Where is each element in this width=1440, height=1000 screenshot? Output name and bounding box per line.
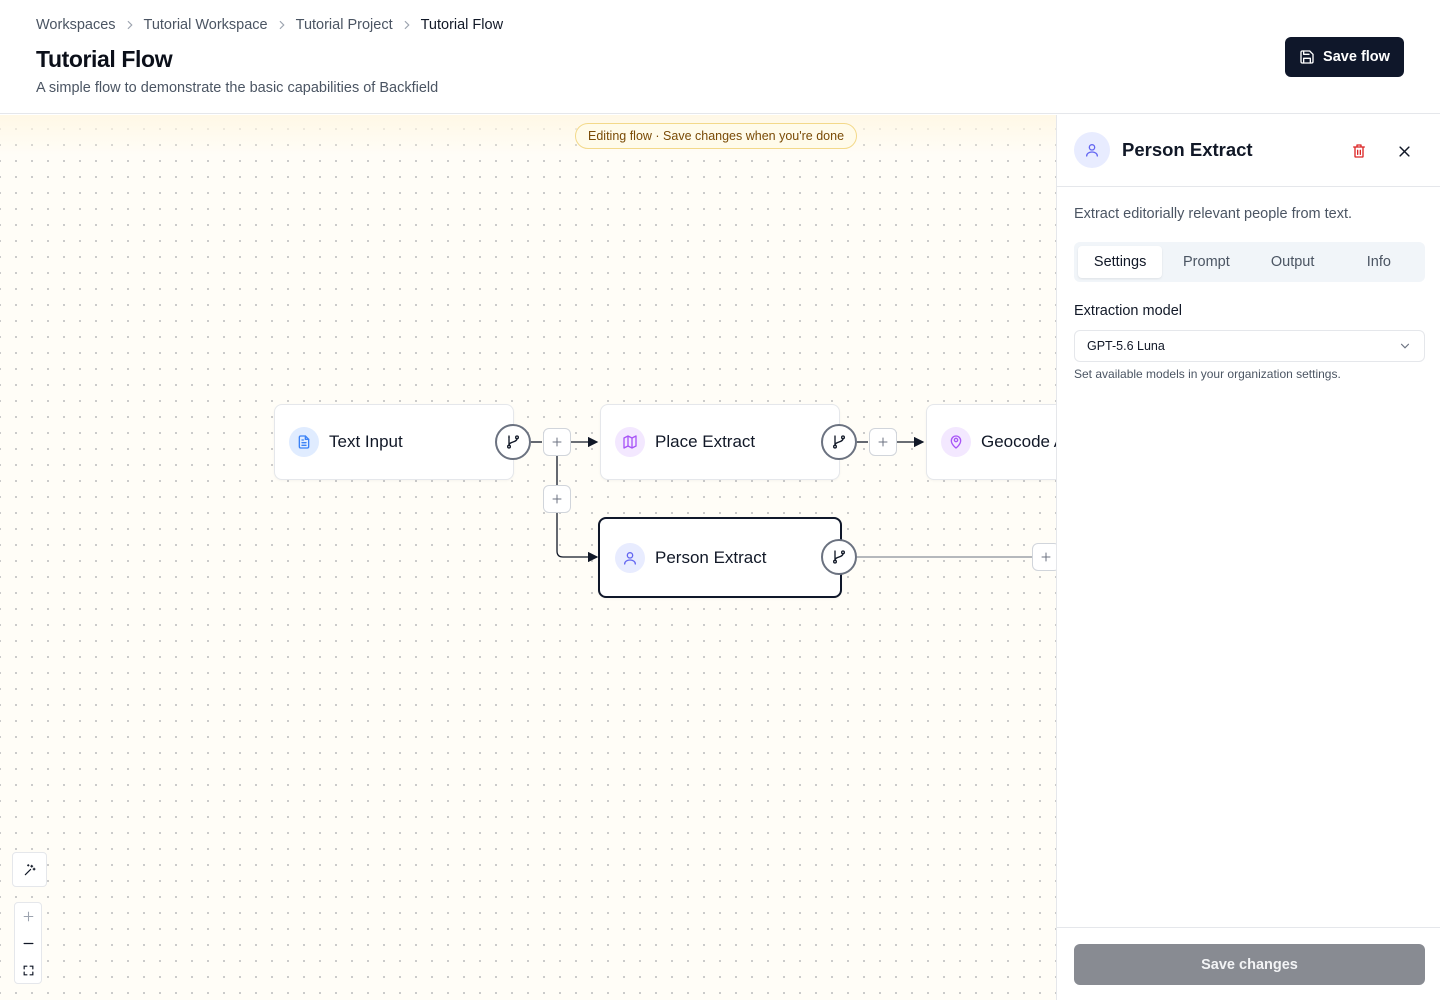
- model-hint: Set available models in your organizatio…: [1074, 367, 1341, 381]
- branch-handle-icon[interactable]: [495, 424, 531, 460]
- node-label: Person Extract: [655, 547, 767, 567]
- zoom-out-button[interactable]: [15, 930, 41, 957]
- branch-handle-icon[interactable]: [821, 424, 857, 460]
- save-flow-label: Save flow: [1323, 49, 1390, 65]
- node-description: Extract editorially relevant people from…: [1074, 206, 1353, 222]
- node-person-extract[interactable]: Person Extract: [598, 517, 842, 598]
- save-icon: [1299, 49, 1315, 65]
- sparkles-icon: [23, 863, 37, 877]
- add-node-button[interactable]: [869, 428, 897, 456]
- user-icon: [615, 542, 645, 573]
- document-icon: [289, 427, 319, 457]
- save-changes-button[interactable]: Save changes: [1074, 944, 1425, 985]
- map-pin-user-icon: [941, 427, 971, 457]
- branch-handle-icon[interactable]: [821, 539, 857, 575]
- panel-footer: Save changes: [1057, 927, 1440, 1000]
- panel-header: Person Extract: [1057, 115, 1440, 187]
- fit-view-button[interactable]: [15, 957, 41, 984]
- plus-icon: [22, 910, 35, 923]
- breadcrumb-current: Tutorial Flow: [420, 17, 504, 33]
- close-icon: [1397, 144, 1412, 159]
- chevron-down-icon: [1398, 339, 1412, 353]
- tab-settings[interactable]: Settings: [1078, 246, 1163, 278]
- node-place-extract[interactable]: Place Extract: [600, 404, 840, 480]
- node-text-input[interactable]: Text Input: [274, 404, 514, 480]
- page-header: Workspaces Tutorial Workspace Tutorial P…: [0, 0, 1440, 114]
- node-geocode[interactable]: Geocode A: [926, 404, 1056, 480]
- panel-title: Person Extract: [1122, 139, 1253, 160]
- add-branch-button[interactable]: [543, 485, 571, 513]
- chevron-right-icon: [268, 18, 296, 32]
- extraction-model-select[interactable]: GPT-5.6 Luna: [1074, 330, 1425, 362]
- zoom-controls: [14, 902, 42, 984]
- auto-layout-button[interactable]: [12, 852, 47, 887]
- add-node-button[interactable]: [1032, 543, 1056, 571]
- flow-canvas[interactable]: Editing flow · Save changes when you're …: [0, 115, 1056, 1000]
- chevron-right-icon: [116, 18, 144, 32]
- node-label: Text Input: [329, 432, 403, 451]
- extraction-model-label: Extraction model: [1074, 303, 1182, 319]
- tab-output[interactable]: Output: [1251, 246, 1335, 278]
- trash-icon: [1351, 143, 1367, 159]
- breadcrumb-workspaces[interactable]: Workspaces: [36, 17, 116, 33]
- save-flow-button[interactable]: Save flow: [1285, 37, 1404, 77]
- zoom-in-button[interactable]: [15, 903, 41, 930]
- page-subtitle: A simple flow to demonstrate the basic c…: [36, 80, 439, 96]
- breadcrumb: Workspaces Tutorial Workspace Tutorial P…: [36, 17, 503, 33]
- select-value: GPT-5.6 Luna: [1087, 339, 1165, 353]
- panel-tabs: Settings Prompt Output Info: [1074, 242, 1425, 282]
- delete-node-button[interactable]: [1347, 139, 1371, 163]
- tab-prompt[interactable]: Prompt: [1164, 246, 1248, 278]
- node-label: Place Extract: [655, 432, 756, 451]
- tab-info[interactable]: Info: [1337, 246, 1421, 278]
- chevron-right-icon: [393, 18, 421, 32]
- minus-icon: [22, 937, 35, 950]
- user-icon: [1074, 132, 1110, 168]
- node-label: Geocode A: [981, 432, 1056, 451]
- add-node-button[interactable]: [543, 428, 571, 456]
- fullscreen-icon: [22, 964, 35, 977]
- flow-edges: [531, 436, 1032, 563]
- breadcrumb-project[interactable]: Tutorial Project: [296, 17, 393, 33]
- page-title: Tutorial Flow: [36, 46, 173, 72]
- breadcrumb-workspace[interactable]: Tutorial Workspace: [144, 17, 268, 33]
- map-icon: [615, 427, 645, 457]
- close-panel-button[interactable]: [1392, 139, 1416, 163]
- node-settings-panel: Person Extract Extract editorially relev…: [1056, 115, 1440, 1000]
